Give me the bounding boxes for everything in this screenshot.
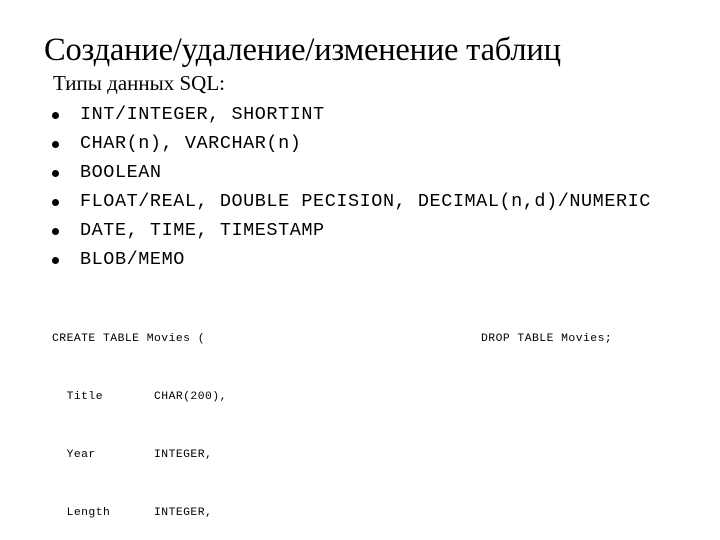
code-line: CREATE TABLE Movies ( [52, 332, 205, 345]
code-line: Year INTEGER, [52, 449, 213, 462]
list-item: BLOB/MEMO [50, 245, 710, 274]
bullet-point-icon [52, 111, 59, 119]
list-item-label: BOOLEAN [80, 161, 162, 183]
bullet-point-icon [52, 140, 59, 148]
list-item: DATE, TIME, TIMESTAMP [50, 216, 710, 245]
list-item: FLOAT/REAL, DOUBLE PECISION, DECIMAL(n,d… [50, 187, 710, 216]
list-item-label: BLOB/MEMO [80, 248, 185, 270]
bullet-point-icon [52, 256, 59, 264]
list-item-label: CHAR(n), VARCHAR(n) [80, 132, 302, 154]
list-item: BOOLEAN [50, 158, 710, 187]
sql-examples: CREATE TABLE Movies ( Title CHAR(200), Y… [0, 291, 720, 520]
list-item: CHAR(n), VARCHAR(n) [50, 129, 710, 158]
list-item: INT/INTEGER, SHORTINT [50, 100, 710, 129]
drop-alter-code-block: DROP TABLE Movies; ALTER TABLE Movies AD… [481, 291, 720, 540]
create-table-code-block: CREATE TABLE Movies ( Title CHAR(200), Y… [52, 291, 472, 540]
data-types-list: INT/INTEGER, SHORTINT CHAR(n), VARCHAR(n… [50, 100, 710, 274]
list-item-label: INT/INTEGER, SHORTINT [80, 103, 325, 125]
code-line: DROP TABLE Movies; [481, 332, 613, 345]
list-item-label: DATE, TIME, TIMESTAMP [80, 219, 325, 241]
section-subheading: Типы данных SQL: [53, 71, 225, 95]
page-title: Создание/удаление/изменение таблиц [44, 32, 561, 69]
code-line: Length INTEGER, [52, 507, 213, 520]
code-line: Title CHAR(200), [52, 391, 227, 404]
bullet-point-icon [52, 227, 59, 235]
list-item-label: FLOAT/REAL, DOUBLE PECISION, DECIMAL(n,d… [80, 190, 651, 212]
bullet-point-icon [52, 169, 59, 177]
bullet-point-icon [52, 198, 59, 206]
slide: Создание/удаление/изменение таблиц Типы … [0, 0, 720, 540]
